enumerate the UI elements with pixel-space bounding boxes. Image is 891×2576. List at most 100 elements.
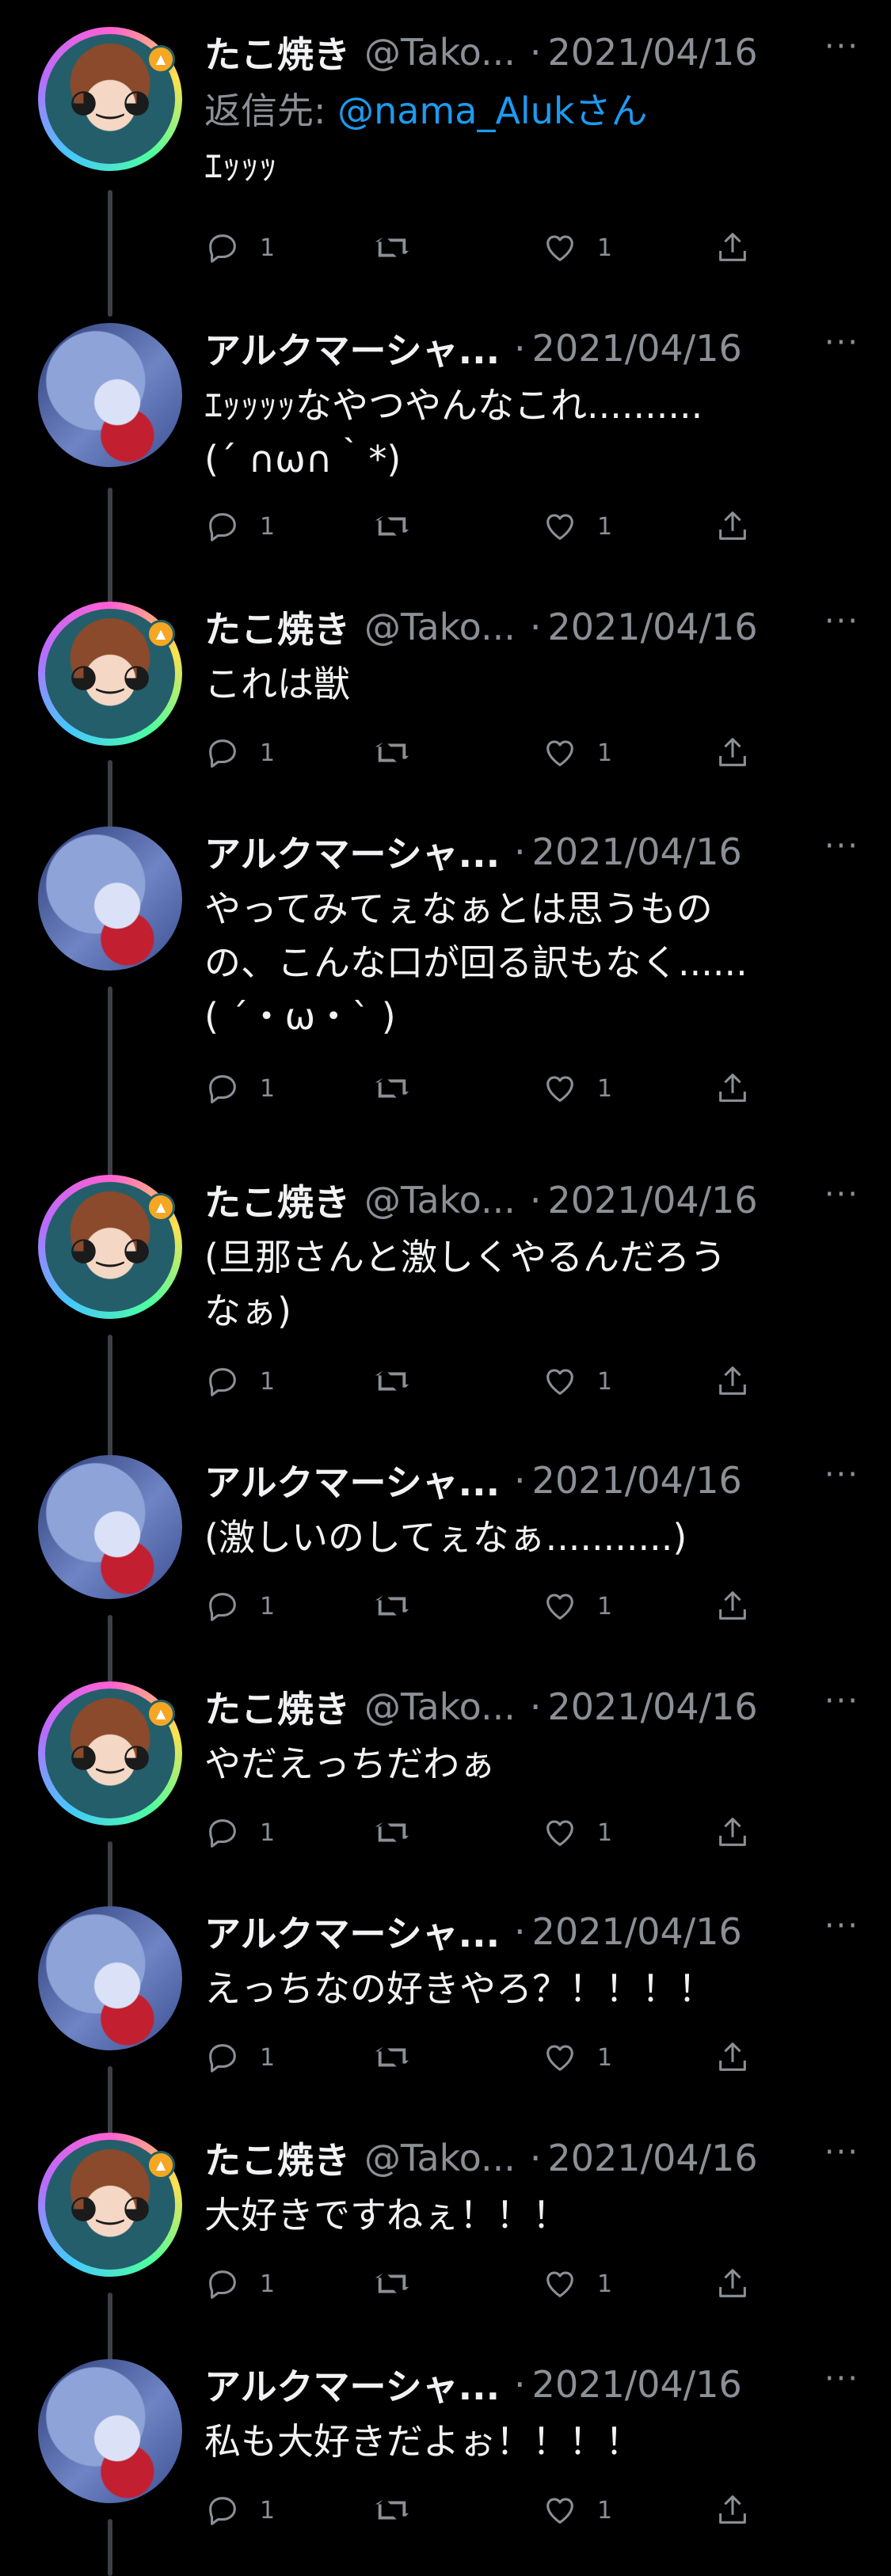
retweet-button[interactable] bbox=[374, 1813, 410, 1852]
retweet-button[interactable] bbox=[374, 2264, 410, 2304]
share-button[interactable] bbox=[714, 2038, 751, 2077]
reply-count: 1 bbox=[260, 234, 276, 262]
display-name[interactable]: アルクマーシャ... bbox=[204, 2358, 500, 2411]
avatar[interactable] bbox=[38, 826, 182, 971]
retweet-button[interactable] bbox=[374, 507, 410, 546]
tweet-date[interactable]: 2021/04/16 bbox=[548, 1685, 758, 1728]
display-name[interactable]: たこ焼き bbox=[204, 1681, 350, 1733]
reply-button[interactable]: 1 bbox=[204, 733, 275, 773]
display-name[interactable]: アルクマーシャ... bbox=[204, 322, 500, 374]
like-button[interactable]: 1 bbox=[542, 1586, 612, 1626]
display-name[interactable]: たこ焼き bbox=[204, 601, 350, 653]
like-button[interactable]: 1 bbox=[542, 733, 612, 773]
like-button[interactable]: 1 bbox=[542, 507, 612, 546]
share-button[interactable] bbox=[714, 733, 751, 773]
tweet-text: えっちなの好きやろ？！！！！ bbox=[204, 1967, 714, 2010]
tweet-date[interactable]: 2021/04/16 bbox=[548, 2137, 758, 2179]
share-button[interactable] bbox=[714, 2264, 751, 2304]
share-button[interactable] bbox=[714, 1069, 751, 1108]
share-button[interactable] bbox=[714, 1362, 751, 1401]
like-button[interactable]: 1 bbox=[542, 228, 612, 268]
tweet-date[interactable]: 2021/04/16 bbox=[532, 1910, 742, 1953]
handle[interactable]: @Tako... bbox=[364, 31, 516, 74]
like-button[interactable]: 1 bbox=[542, 2264, 612, 2304]
avatar[interactable]: ◕‿◕ ▲ bbox=[38, 27, 182, 171]
like-button[interactable]: 1 bbox=[542, 1069, 612, 1108]
tweet-date[interactable]: 2021/04/16 bbox=[532, 2363, 742, 2406]
retweet-icon bbox=[375, 237, 409, 259]
retweet-icon bbox=[375, 1822, 409, 1844]
display-name[interactable]: たこ焼き bbox=[204, 1174, 350, 1226]
reply-button[interactable]: 1 bbox=[204, 1813, 275, 1852]
more-options-icon[interactable]: ··· bbox=[824, 602, 859, 652]
retweet-button[interactable] bbox=[374, 2038, 410, 2077]
reply-button[interactable]: 1 bbox=[204, 1069, 275, 1108]
more-options-icon[interactable]: ··· bbox=[824, 826, 859, 877]
reply-button[interactable]: 1 bbox=[204, 228, 275, 268]
avatar[interactable]: ◕‿◕ ▲ bbox=[38, 2133, 182, 2277]
handle[interactable]: @Tako... bbox=[364, 2137, 516, 2179]
like-button[interactable]: 1 bbox=[542, 1362, 612, 1401]
retweet-button[interactable] bbox=[374, 1069, 410, 1108]
like-button[interactable]: 1 bbox=[542, 2491, 612, 2530]
retweet-button[interactable] bbox=[374, 1586, 410, 1626]
avatar[interactable] bbox=[38, 323, 182, 467]
avatar[interactable]: ◕‿◕ ▲ bbox=[38, 602, 182, 746]
more-options-icon[interactable]: ··· bbox=[824, 1455, 859, 1506]
tweet-header: アルクマーシャ... · 2021/04/16 ··· bbox=[204, 2359, 859, 2410]
reply-button[interactable]: 1 bbox=[204, 2491, 275, 2530]
avatar[interactable]: ◕‿◕ ▲ bbox=[38, 1681, 182, 1826]
tweet-header: たこ焼き @Tako... · 2021/04/16 ··· bbox=[204, 1175, 859, 1225]
reply-button[interactable]: 1 bbox=[204, 2264, 275, 2304]
reply-button[interactable]: 1 bbox=[204, 1586, 275, 1626]
retweet-button[interactable] bbox=[374, 2491, 410, 2530]
display-name[interactable]: アルクマーシャ... bbox=[204, 826, 500, 878]
separator-dot: · bbox=[529, 31, 542, 74]
display-name[interactable]: アルクマーシャ... bbox=[204, 1454, 500, 1506]
tweet-date[interactable]: 2021/04/16 bbox=[548, 1179, 758, 1222]
handle[interactable]: @Tako... bbox=[364, 1179, 516, 1222]
reply-icon bbox=[209, 1593, 236, 1621]
more-options-icon[interactable]: ··· bbox=[824, 2133, 859, 2183]
like-button[interactable]: 1 bbox=[542, 2038, 612, 2077]
share-button[interactable] bbox=[714, 507, 751, 546]
tweet-date[interactable]: 2021/04/16 bbox=[548, 31, 758, 74]
avatar[interactable]: ◕‿◕ ▲ bbox=[38, 1175, 182, 1319]
share-button[interactable] bbox=[714, 1586, 751, 1626]
display-name[interactable]: アルクマーシャ... bbox=[204, 1905, 500, 1958]
lock-icon: ▲ bbox=[147, 1700, 175, 1728]
share-button[interactable] bbox=[714, 1813, 751, 1852]
share-button[interactable] bbox=[714, 2491, 751, 2530]
tweet-date[interactable]: 2021/04/16 bbox=[548, 606, 758, 648]
like-button[interactable]: 1 bbox=[542, 1813, 612, 1852]
tweet-date[interactable]: 2021/04/16 bbox=[532, 327, 742, 370]
avatar[interactable] bbox=[38, 2359, 182, 2503]
tweet-date[interactable]: 2021/04/16 bbox=[532, 1459, 742, 1502]
handle[interactable]: @Tako... bbox=[364, 1685, 516, 1728]
display-name[interactable]: たこ焼き bbox=[204, 26, 350, 78]
retweet-button[interactable] bbox=[374, 1362, 410, 1401]
reply-button[interactable]: 1 bbox=[204, 507, 275, 546]
tweet-date[interactable]: 2021/04/16 bbox=[532, 830, 742, 873]
retweet-button[interactable] bbox=[374, 228, 410, 268]
retweet-button[interactable] bbox=[374, 733, 410, 773]
more-options-icon[interactable]: ··· bbox=[824, 1906, 859, 1957]
reply-button[interactable]: 1 bbox=[204, 2038, 275, 2077]
avatar[interactable] bbox=[38, 1455, 182, 1599]
more-options-icon[interactable]: ··· bbox=[824, 1175, 859, 1225]
handle[interactable]: @Tako... bbox=[364, 606, 516, 648]
reply-to-link[interactable]: @nama_Alukさん bbox=[337, 89, 647, 132]
more-options-icon[interactable]: ··· bbox=[824, 323, 859, 374]
separator-dot: · bbox=[514, 1459, 526, 1502]
tweet-text: ｴｯｯｯ bbox=[204, 145, 277, 188]
reply-button[interactable]: 1 bbox=[204, 1362, 275, 1401]
more-options-icon[interactable]: ··· bbox=[824, 1681, 859, 1732]
avatar[interactable] bbox=[38, 1906, 182, 2050]
tweet-actions: 1 1 bbox=[204, 1586, 759, 1626]
more-options-icon[interactable]: ··· bbox=[824, 27, 859, 78]
share-button[interactable] bbox=[714, 228, 751, 268]
more-options-icon[interactable]: ··· bbox=[824, 2359, 859, 2410]
face-icon: ◕‿◕ bbox=[70, 83, 150, 120]
display-name[interactable]: たこ焼き bbox=[204, 2132, 350, 2184]
tweet-actions: 1 1 bbox=[204, 2038, 759, 2077]
